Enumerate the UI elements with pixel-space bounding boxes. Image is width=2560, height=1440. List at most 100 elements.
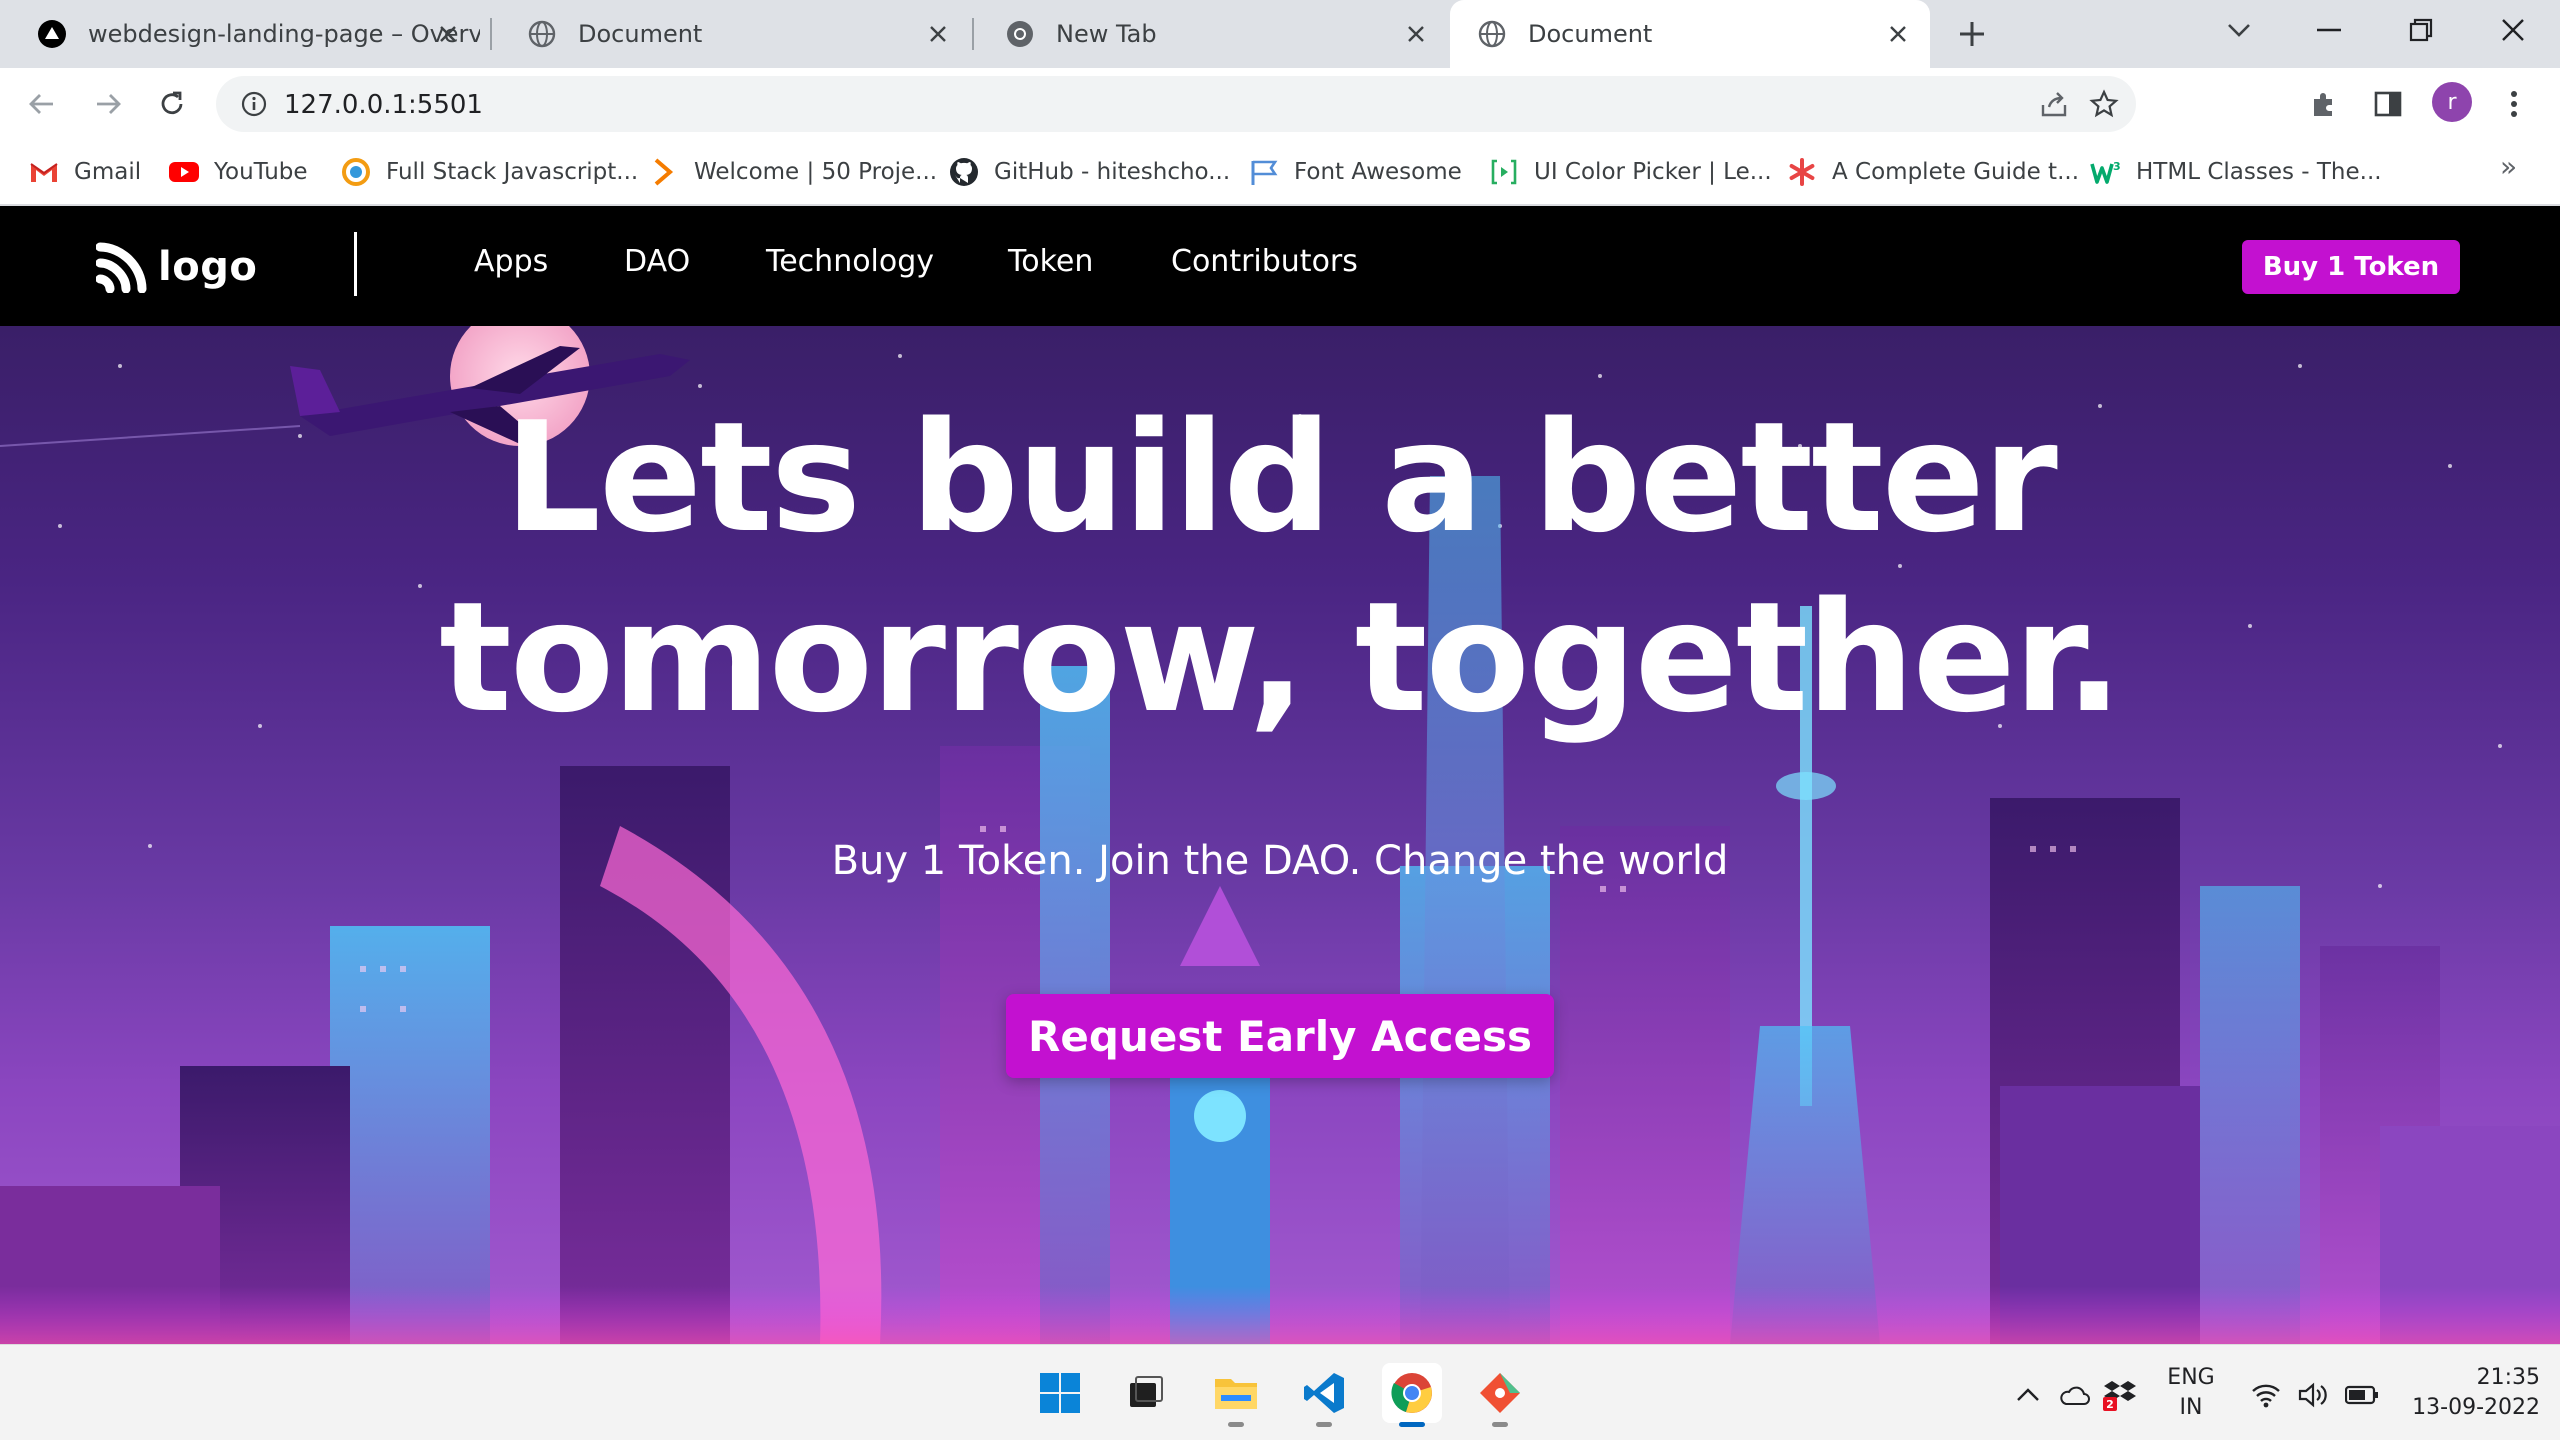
- github-icon: [948, 156, 980, 188]
- nav-link-dao[interactable]: DAO: [624, 244, 690, 279]
- ui-color-picker-icon: [1488, 156, 1520, 188]
- bookmarks-bar: Gmail YouTube Full Stack Javascript... W…: [0, 138, 2560, 206]
- running-indicator: [1316, 1422, 1332, 1427]
- running-indicator: [1492, 1422, 1508, 1427]
- youtube-icon: [168, 156, 200, 188]
- close-tab-icon[interactable]: [1400, 18, 1432, 50]
- minimize-icon[interactable]: [2294, 0, 2364, 60]
- battery-icon[interactable]: [2344, 1377, 2380, 1413]
- bookmark-youtube[interactable]: YouTube: [168, 152, 308, 192]
- svg-text:3: 3: [2113, 160, 2121, 173]
- globe-icon: [528, 20, 556, 48]
- browser-tab-strip: webdesign-landing-page – Overv Document …: [0, 0, 2560, 68]
- w3schools-icon: 3: [2090, 156, 2122, 188]
- reload-icon[interactable]: [152, 84, 192, 124]
- site-info-icon[interactable]: [236, 86, 272, 122]
- nav-link-technology[interactable]: Technology: [766, 244, 934, 279]
- hero-title-line-2: tomorrow, together.: [439, 569, 2123, 746]
- font-awesome-icon: [1248, 156, 1280, 188]
- tab-document-active[interactable]: Document: [1450, 0, 1930, 68]
- notification-badge: 2: [2106, 1398, 2114, 1411]
- close-tab-icon[interactable]: [432, 18, 464, 50]
- logo-text: logo: [158, 244, 258, 290]
- running-indicator: [1228, 1422, 1244, 1427]
- bookmark-ui-color-picker[interactable]: UI Color Picker | Le...: [1488, 152, 1772, 192]
- language-indicator[interactable]: ENG IN: [2166, 1363, 2216, 1423]
- profile-avatar[interactable]: r: [2432, 82, 2472, 122]
- share-icon[interactable]: [2036, 86, 2072, 122]
- close-tab-icon[interactable]: [922, 18, 954, 50]
- asterisk-icon: [1786, 156, 1818, 188]
- web-page: logo Apps DAO Technology Token Contribut…: [0, 206, 2560, 1344]
- region-code: IN: [2179, 1395, 2203, 1420]
- tab-document-1[interactable]: Document: [500, 0, 970, 68]
- bookmark-font-awesome[interactable]: Font Awesome: [1248, 152, 1462, 192]
- browser-toolbar: 127.0.0.1:5501: [0, 68, 2560, 138]
- tab-separator: [972, 18, 974, 50]
- site-logo[interactable]: logo: [96, 232, 257, 302]
- chrome-icon[interactable]: [1382, 1363, 1442, 1427]
- tab-separator: [490, 18, 492, 50]
- more-bookmarks-button[interactable]: »: [2500, 150, 2517, 183]
- tab-title: New Tab: [1056, 20, 1157, 48]
- tab-title: webdesign-landing-page – Overv: [88, 20, 480, 48]
- clock-date: 13-09-2022: [2412, 1395, 2540, 1420]
- screen: webdesign-landing-page – Overv Document …: [0, 0, 2560, 1440]
- nav-link-contributors[interactable]: Contributors: [1171, 244, 1358, 279]
- hero-subtitle: Buy 1 Token. Join the DAO. Change the wo…: [831, 838, 1729, 884]
- rss-logo-icon: [96, 242, 147, 293]
- extensions-icon[interactable]: [2304, 84, 2344, 124]
- nav-link-token[interactable]: Token: [1008, 244, 1093, 279]
- hero-title-line-1: Lets build a better: [504, 389, 2058, 566]
- chevron-up-icon[interactable]: [2010, 1377, 2046, 1413]
- side-panel-icon[interactable]: [2368, 84, 2408, 124]
- site-navbar: logo Apps DAO Technology Token Contribut…: [0, 206, 2560, 326]
- vscode-icon[interactable]: [1294, 1363, 1354, 1427]
- bookmark-gmail[interactable]: Gmail: [28, 152, 141, 192]
- windows-taskbar: 2 ENG IN 21:35 13-09-2022: [0, 1344, 2560, 1440]
- tab-search-icon[interactable]: [2204, 0, 2274, 60]
- tab-new-tab[interactable]: New Tab: [978, 0, 1448, 68]
- new-tab-button[interactable]: [1954, 16, 1990, 52]
- nav-divider: [354, 232, 357, 296]
- bookmark-html-classes[interactable]: 3 HTML Classes - The...: [2090, 152, 2382, 192]
- restore-icon[interactable]: [2386, 0, 2456, 60]
- fullstack-icon: [340, 156, 372, 188]
- address-bar[interactable]: 127.0.0.1:5501: [216, 76, 2136, 132]
- tab-vercel[interactable]: webdesign-landing-page – Overv: [10, 0, 480, 68]
- tab-title: Document: [1528, 20, 1653, 48]
- language-code: ENG: [2167, 1365, 2215, 1390]
- chrome-icon: [1006, 20, 1034, 48]
- back-icon[interactable]: [22, 84, 62, 124]
- task-view-icon[interactable]: [1116, 1363, 1176, 1423]
- volume-icon[interactable]: [2296, 1377, 2332, 1413]
- chrome-menu-icon[interactable]: [2494, 84, 2534, 124]
- bookmark-star-icon[interactable]: [2086, 86, 2122, 122]
- request-early-access-button[interactable]: Request Early Access: [1006, 994, 1554, 1078]
- bookmark-50-projects[interactable]: Welcome | 50 Proje...: [648, 152, 937, 192]
- nav-link-apps[interactable]: Apps: [474, 244, 548, 279]
- clock-time: 21:35: [2476, 1365, 2540, 1390]
- windows-start-icon[interactable]: [1030, 1363, 1090, 1423]
- chevron-logo-icon: [648, 156, 680, 188]
- wifi-icon[interactable]: [2248, 1377, 2284, 1413]
- bookmark-github[interactable]: GitHub - hiteshcho...: [948, 152, 1230, 192]
- gmail-icon: [28, 156, 60, 188]
- active-indicator: [1399, 1422, 1425, 1427]
- close-tab-icon[interactable]: [1882, 18, 1914, 50]
- url-text[interactable]: 127.0.0.1:5501: [284, 90, 483, 120]
- hero-section: Lets build a better tomorrow, together. …: [0, 326, 2560, 1344]
- system-clock[interactable]: 21:35 13-09-2022: [2400, 1363, 2540, 1423]
- onedrive-icon[interactable]: [2056, 1377, 2092, 1413]
- forward-icon[interactable]: [88, 84, 128, 124]
- bookmark-fullstack[interactable]: Full Stack Javascript...: [340, 152, 638, 192]
- git-icon[interactable]: [1470, 1363, 1530, 1427]
- tab-title: Document: [578, 20, 703, 48]
- vercel-icon: [38, 20, 66, 48]
- file-explorer-icon[interactable]: [1206, 1363, 1266, 1427]
- bookmark-complete-guide[interactable]: A Complete Guide t...: [1786, 152, 2079, 192]
- dropbox-icon[interactable]: 2: [2102, 1377, 2138, 1413]
- close-window-icon[interactable]: [2478, 0, 2548, 60]
- buy-token-button[interactable]: Buy 1 Token: [2242, 240, 2460, 294]
- globe-icon: [1478, 20, 1506, 48]
